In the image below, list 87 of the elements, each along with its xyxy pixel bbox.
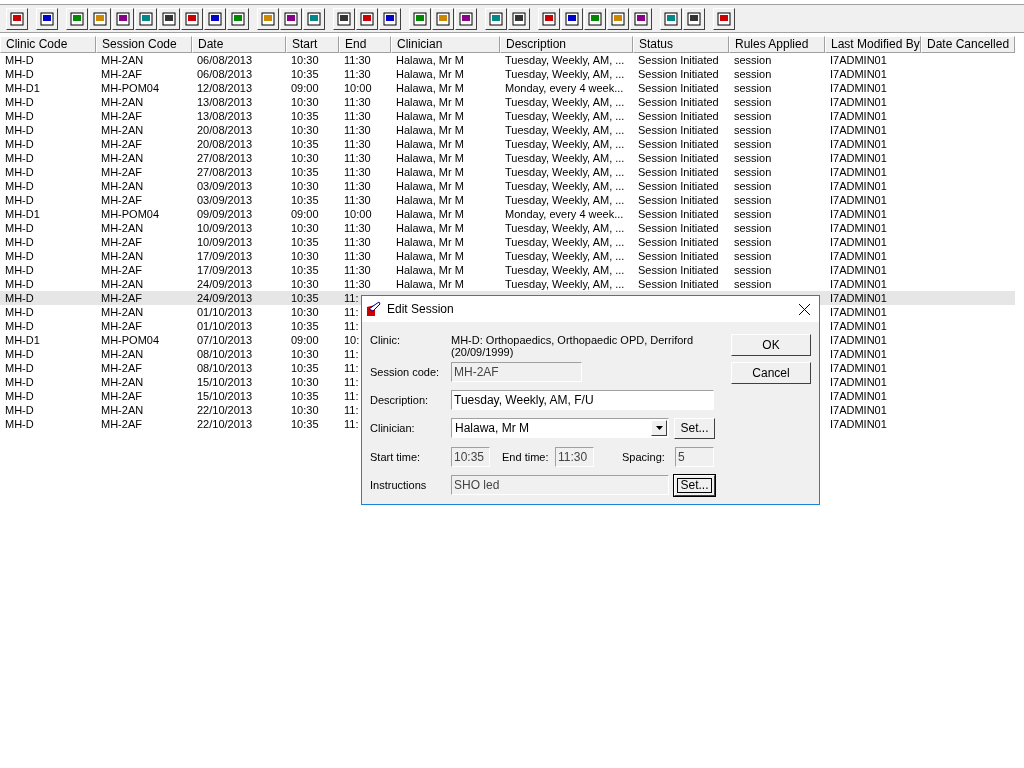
toolbar-picture-icon — [161, 10, 177, 27]
toolbar-button[interactable] — [112, 7, 134, 30]
column-header[interactable]: Clinician — [391, 36, 500, 53]
table-cell: MH-D — [0, 291, 96, 305]
toolbar-picture-icon — [115, 10, 131, 27]
toolbar-button[interactable] — [683, 7, 705, 30]
clinician-dropdown[interactable]: Halawa, Mr M — [451, 418, 669, 438]
toolbar-picture-icon — [39, 10, 55, 27]
column-header[interactable]: Rules Applied — [729, 36, 825, 53]
toolbar-button[interactable] — [538, 7, 560, 30]
toolbar-button[interactable] — [379, 7, 401, 30]
table-cell: MH-2AF — [96, 291, 192, 305]
toolbar-button[interactable] — [607, 7, 629, 30]
toolbar-button[interactable] — [303, 7, 325, 30]
toolbar-picture-icon — [633, 10, 649, 27]
toolbar-button[interactable] — [630, 7, 652, 30]
toolbar-picture-icon — [587, 10, 603, 27]
toolbar-picture-icon — [260, 10, 276, 27]
toolbar-picture-icon — [306, 10, 322, 27]
toolbar-button[interactable] — [36, 7, 58, 30]
toolbar-button[interactable] — [508, 7, 530, 30]
dropdown-arrow-icon — [655, 426, 663, 430]
toolbar-button[interactable] — [333, 7, 355, 30]
toolbar-picture-icon — [382, 10, 398, 27]
toolbar-picture-icon — [9, 10, 25, 27]
toolbar-picture-icon — [207, 10, 223, 27]
toolbar-button[interactable] — [713, 7, 735, 30]
toolbar-picture-icon — [716, 10, 732, 27]
toolbar-picture-icon — [511, 10, 527, 27]
toolbar-picture-icon — [488, 10, 504, 27]
toolbar-picture-icon — [610, 10, 626, 27]
toolbar-button[interactable] — [227, 7, 249, 30]
field-label: Instructions — [370, 479, 428, 491]
toolbar-button[interactable] — [356, 7, 378, 30]
toolbar-picture-icon — [359, 10, 375, 27]
toolbar-button[interactable] — [584, 7, 606, 30]
toolbar-picture-icon — [412, 10, 428, 27]
column-header[interactable]: Status — [633, 36, 729, 53]
toolbar-picture-icon — [184, 10, 200, 27]
pencil-on-book-icon — [366, 301, 382, 317]
table-cell: I7ADMIN01 — [825, 291, 921, 305]
field-label: Spacing: — [622, 450, 666, 463]
toolbar-picture-icon — [564, 10, 580, 27]
close-icon — [798, 303, 810, 315]
toolbar-picture-icon — [435, 10, 451, 27]
toolbar-picture-icon — [458, 10, 474, 27]
toolbar-picture-icon — [663, 10, 679, 27]
clinic-value: MH-D: Orthopaedics, Orthopaedic OPD, Derriford (20/09/1999) — [451, 334, 695, 358]
toolbar-button[interactable] — [181, 7, 203, 30]
toolbar-button[interactable] — [158, 7, 180, 30]
toolbar-picture-icon — [92, 10, 108, 27]
column-header[interactable]: End — [339, 36, 391, 53]
toolbar-picture-icon — [69, 10, 85, 27]
column-header[interactable]: Date — [192, 36, 286, 53]
toolbar-picture-icon — [541, 10, 557, 27]
toolbar-button[interactable] — [432, 7, 454, 30]
field-label: Start time: — [370, 450, 422, 463]
column-header[interactable]: Description — [500, 36, 633, 53]
toolbar-picture-icon — [138, 10, 154, 27]
toolbar-button[interactable] — [485, 7, 507, 30]
column-header[interactable]: Clinic Code — [0, 36, 96, 53]
column-header[interactable]: Last Modified By — [825, 36, 921, 53]
toolbar-button[interactable] — [89, 7, 111, 30]
column-header[interactable]: Session Code — [96, 36, 192, 53]
toolbar-button[interactable] — [66, 7, 88, 30]
toolbar-button[interactable] — [280, 7, 302, 30]
toolbar-picture-icon — [230, 10, 246, 27]
toolbar-picture-icon — [283, 10, 299, 27]
dialog-button[interactable]: OK — [731, 334, 811, 356]
toolbar-button[interactable] — [409, 7, 431, 30]
toolbar-picture-icon — [686, 10, 702, 27]
table-cell: 24/09/2013 — [192, 291, 286, 305]
toolbar-button[interactable] — [135, 7, 157, 30]
field-label: End time: — [502, 450, 550, 463]
set-button[interactable]: Set... — [674, 417, 715, 439]
toolbar-picture-icon — [336, 10, 352, 27]
dialog-button[interactable]: Cancel — [731, 362, 811, 384]
toolbar-button[interactable] — [257, 7, 279, 30]
toolbar-button[interactable] — [6, 7, 28, 30]
column-header[interactable]: Start — [286, 36, 339, 53]
toolbar-button[interactable] — [660, 7, 682, 30]
toolbar-button[interactable] — [561, 7, 583, 30]
toolbar-button[interactable] — [455, 7, 477, 30]
table-cell: 10:35 — [286, 291, 339, 305]
column-header[interactable]: Date Cancelled — [921, 36, 1015, 53]
description-field[interactable]: Tuesday, Weekly, AM, F/U — [451, 390, 714, 410]
toolbar-button[interactable] — [204, 7, 226, 30]
